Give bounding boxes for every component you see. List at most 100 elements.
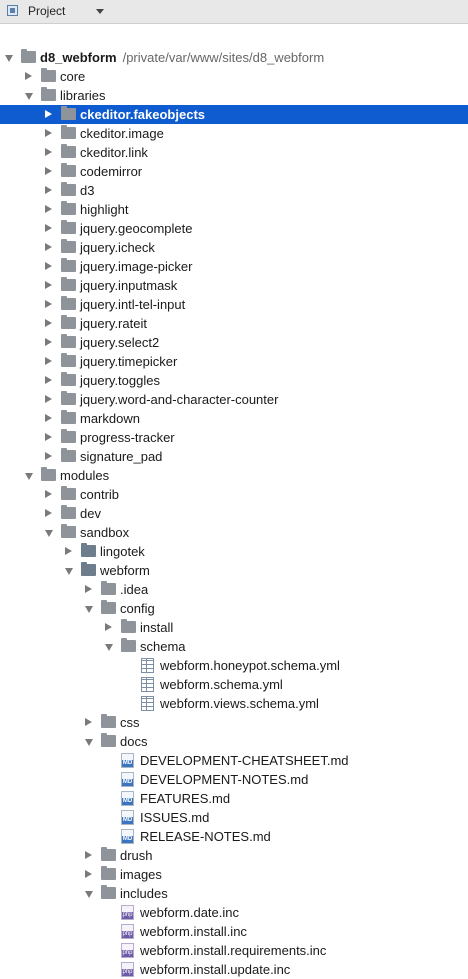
expand-arrow-closed-icon[interactable] [45,205,52,213]
expand-arrow-closed-icon[interactable] [85,718,92,726]
tree-folder-row[interactable]: jquery.inputmask [0,276,468,295]
tree-item-name: d8_webform [40,50,117,65]
tree-folder-row[interactable]: codemirror [0,162,468,181]
expand-arrow-open-icon[interactable] [85,606,93,613]
expand-arrow-closed-icon[interactable] [45,452,52,460]
tree-folder-row[interactable]: docs [0,732,468,751]
tree-item-label: contrib [80,487,119,502]
expand-arrow-closed-icon[interactable] [45,357,52,365]
tree-folder-row[interactable]: jquery.rateit [0,314,468,333]
expand-arrow-open-icon[interactable] [85,739,93,746]
tree-folder-row[interactable]: jquery.geocomplete [0,219,468,238]
expand-arrow-closed-icon[interactable] [45,509,52,517]
expand-arrow-closed-icon[interactable] [45,338,52,346]
expand-arrow-closed-icon[interactable] [45,414,52,422]
expand-arrow-closed-icon[interactable] [45,281,52,289]
tree-item-name: ISSUES.md [140,810,210,825]
tree-file-row[interactable]: MD RELEASE-NOTES.md [0,827,468,846]
expand-arrow-open-icon[interactable] [25,473,33,480]
folder-icon [61,201,76,215]
tree-folder-row[interactable]: ckeditor.fakeobjects [0,105,468,124]
expand-arrow-closed-icon[interactable] [45,395,52,403]
tree-item-label: FEATURES.md [140,791,230,806]
folder-icon [41,467,56,481]
tree-folder-row[interactable]: highlight [0,200,468,219]
tree-file-row[interactable]: php webform.install.requirements.inc [0,941,468,960]
expand-arrow-closed-icon[interactable] [45,433,52,441]
tree-folder-row[interactable]: modules [0,466,468,485]
expand-arrow-closed-icon[interactable] [105,623,112,631]
expand-arrow-closed-icon[interactable] [45,148,52,156]
expand-arrow-closed-icon[interactable] [45,319,52,327]
tree-folder-row[interactable]: d3 [0,181,468,200]
tree-folder-row[interactable]: webform [0,561,468,580]
chevron-down-icon[interactable] [96,9,104,14]
tree-file-row[interactable]: MD ISSUES.md [0,808,468,827]
tree-file-row[interactable]: php webform.date.inc [0,903,468,922]
tree-folder-row[interactable]: install [0,618,468,637]
tree-file-row[interactable]: MD FEATURES.md [0,789,468,808]
expand-arrow-closed-icon[interactable] [85,585,92,593]
expand-arrow-open-icon[interactable] [45,530,53,537]
expand-arrow-open-icon[interactable] [65,568,73,575]
tree-item-name: webform.honeypot.schema.yml [160,658,340,673]
project-view-title[interactable]: Project [28,4,65,18]
tree-folder-row[interactable]: progress-tracker [0,428,468,447]
tree-folder-row[interactable]: d8_webform/private/var/www/sites/d8_webf… [0,48,468,67]
expand-arrow-closed-icon[interactable] [85,870,92,878]
tree-item-label: jquery.toggles [80,373,160,388]
tree-folder-row[interactable]: markdown [0,409,468,428]
tree-file-row[interactable]: webform.honeypot.schema.yml [0,656,468,675]
tree-folder-row[interactable]: ckeditor.image [0,124,468,143]
tree-folder-row[interactable]: sandbox [0,523,468,542]
expand-arrow-closed-icon[interactable] [25,72,32,80]
expand-arrow-closed-icon[interactable] [45,167,52,175]
expand-arrow-closed-icon[interactable] [45,376,52,384]
tree-folder-row[interactable]: contrib [0,485,468,504]
expand-arrow-open-icon[interactable] [105,644,113,651]
tree-folder-row[interactable]: ckeditor.link [0,143,468,162]
expand-arrow-closed-icon[interactable] [45,262,52,270]
tree-folder-row[interactable]: schema [0,637,468,656]
expand-arrow-closed-icon[interactable] [65,547,72,555]
tree-folder-row[interactable]: core [0,67,468,86]
tree-folder-row[interactable]: libraries [0,86,468,105]
expand-arrow-closed-icon[interactable] [45,186,52,194]
tree-folder-row[interactable]: dev [0,504,468,523]
expand-arrow-closed-icon[interactable] [45,129,52,137]
php-file-icon: php [121,924,134,939]
expand-arrow-closed-icon[interactable] [45,300,52,308]
tree-folder-row[interactable]: jquery.intl-tel-input [0,295,468,314]
tree-file-row[interactable]: MD DEVELOPMENT-CHEATSHEET.md [0,751,468,770]
tree-item-label: libraries [60,88,106,103]
tree-file-row[interactable]: webform.schema.yml [0,675,468,694]
tree-folder-row[interactable]: jquery.icheck [0,238,468,257]
expand-arrow-open-icon[interactable] [5,55,13,62]
expand-arrow-closed-icon[interactable] [45,224,52,232]
expand-arrow-closed-icon[interactable] [45,110,52,118]
tree-folder-row[interactable]: includes [0,884,468,903]
tree-item-name: install [140,620,174,635]
tree-folder-row[interactable]: drush [0,846,468,865]
tree-file-row[interactable]: webform.views.schema.yml [0,694,468,713]
tree-folder-row[interactable]: jquery.image-picker [0,257,468,276]
expand-arrow-open-icon[interactable] [85,891,93,898]
tree-folder-row[interactable]: jquery.select2 [0,333,468,352]
tree-folder-row[interactable]: css [0,713,468,732]
tree-file-row[interactable]: php webform.install.update.inc [0,960,468,979]
tree-folder-row[interactable]: config [0,599,468,618]
tree-folder-row[interactable]: lingotek [0,542,468,561]
tree-folder-row[interactable]: .idea [0,580,468,599]
tree-folder-row[interactable]: jquery.toggles [0,371,468,390]
tree-folder-row[interactable]: jquery.word-and-character-counter [0,390,468,409]
expand-arrow-closed-icon[interactable] [45,243,52,251]
tree-folder-row[interactable]: signature_pad [0,447,468,466]
tree-file-row[interactable]: php webform.install.inc [0,922,468,941]
expand-arrow-open-icon[interactable] [25,93,33,100]
expand-arrow-closed-icon[interactable] [85,851,92,859]
expand-arrow-closed-icon[interactable] [45,490,52,498]
tree-file-row[interactable]: MD DEVELOPMENT-NOTES.md [0,770,468,789]
tree-folder-row[interactable]: images [0,865,468,884]
tree-folder-row[interactable]: jquery.timepicker [0,352,468,371]
tree-item-name: css [120,715,140,730]
